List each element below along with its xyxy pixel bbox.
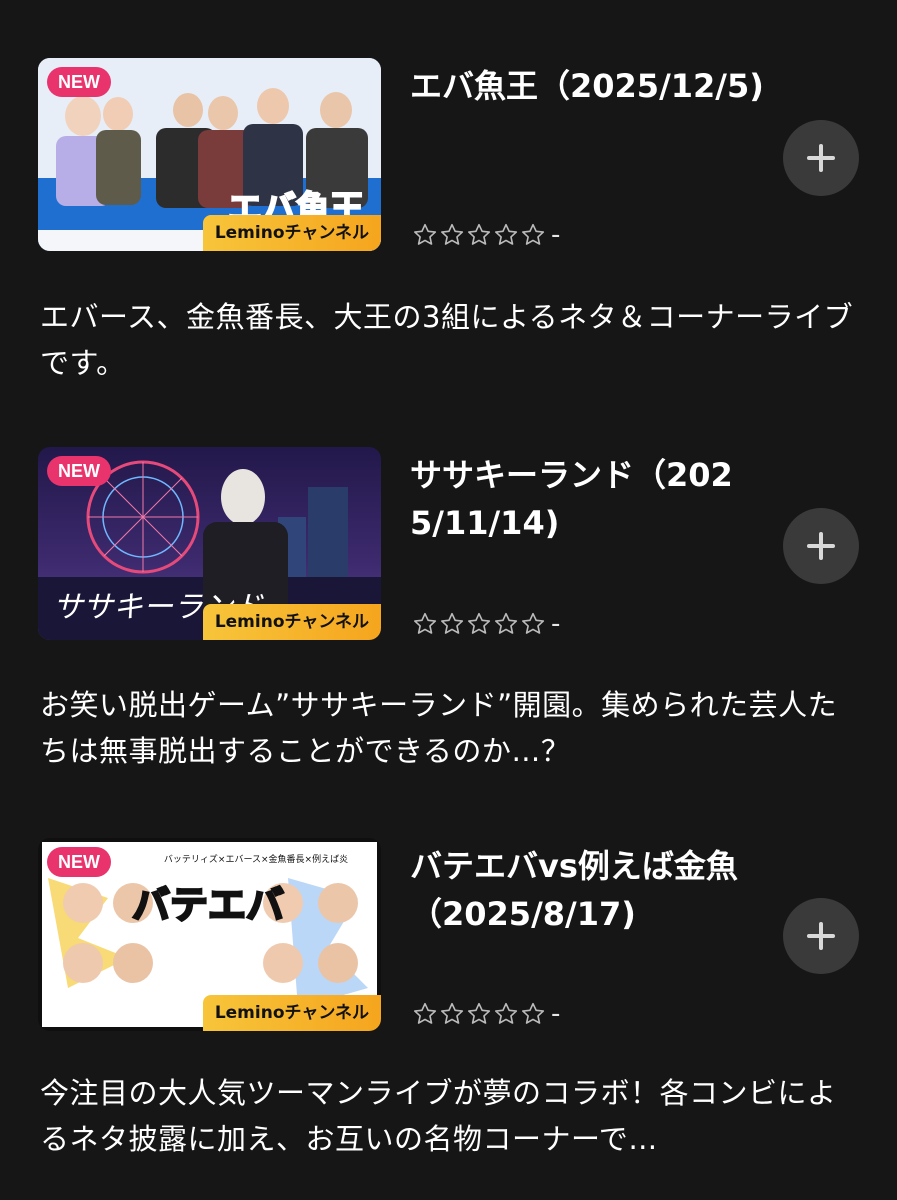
item-title[interactable]: エバ魚王（2025/12/5) [410, 62, 765, 110]
star-outline-icon [414, 612, 437, 634]
star-outline-icon [441, 612, 464, 634]
thumbnail-title-3: バテエバ [132, 883, 284, 927]
star-outline-icon [468, 612, 491, 634]
star-outline-icon [495, 612, 518, 634]
star-outline-icon [468, 1002, 491, 1024]
thumbnail-1[interactable]: エバ魚王 NEW Leminoチャンネル [38, 58, 381, 251]
star-outline-icon [522, 612, 545, 634]
rating-value: - [551, 999, 561, 1029]
star-outline-icon [414, 1002, 437, 1024]
rating-value: - [551, 609, 561, 639]
new-badge: NEW [47, 67, 111, 97]
new-badge: NEW [47, 847, 111, 877]
star-outline-icon [522, 223, 545, 245]
rating: - [412, 220, 560, 250]
thumbnail-2[interactable]: ササキーランド NEW Leminoチャンネル [38, 447, 381, 640]
rating: - [412, 999, 560, 1029]
plus-icon[interactable] [783, 120, 859, 196]
star-outline-icon [468, 223, 491, 245]
item-description: お笑い脱出ゲーム”ササキーランド”開園。集められた芸人たちは無事脱出することがで… [40, 688, 838, 768]
plus-icon[interactable] [783, 898, 859, 974]
rating: - [412, 609, 560, 639]
thumbnail-subtitle-3: バッテリィズ×エバース×金魚番長×例えば炎 [164, 853, 348, 865]
item-title[interactable]: バテエバvs例えば金魚（2025/8/17) [410, 842, 765, 938]
star-outline-icon [495, 1002, 518, 1024]
item-description: 今注目の大人気ツーマンライブが夢のコラボ！各コンビによるネタ披露に加え、お互いの… [40, 1076, 837, 1156]
rating-value: - [551, 220, 561, 250]
item-description: エバース、金魚番長、大王の3組によるネタ＆コーナーライブです。 [40, 300, 854, 380]
star-outline-icon [495, 223, 518, 245]
star-outline-icon [441, 1002, 464, 1024]
star-outline-icon [414, 223, 437, 245]
channel-badge: Leminoチャンネル [202, 995, 381, 1031]
channel-badge: Leminoチャンネル [202, 604, 381, 640]
plus-icon[interactable] [783, 508, 859, 584]
channel-badge: Leminoチャンネル [202, 215, 381, 251]
star-outline-icon [522, 1002, 545, 1024]
thumbnail-3[interactable]: バッテリィズ×エバース×金魚番長×例えば炎 バテエバ NEW Leminoチャン… [38, 838, 381, 1031]
item-title[interactable]: ササキーランド（2025/11/14) [410, 451, 765, 547]
star-outline-icon [441, 223, 464, 245]
new-badge: NEW [47, 456, 111, 486]
